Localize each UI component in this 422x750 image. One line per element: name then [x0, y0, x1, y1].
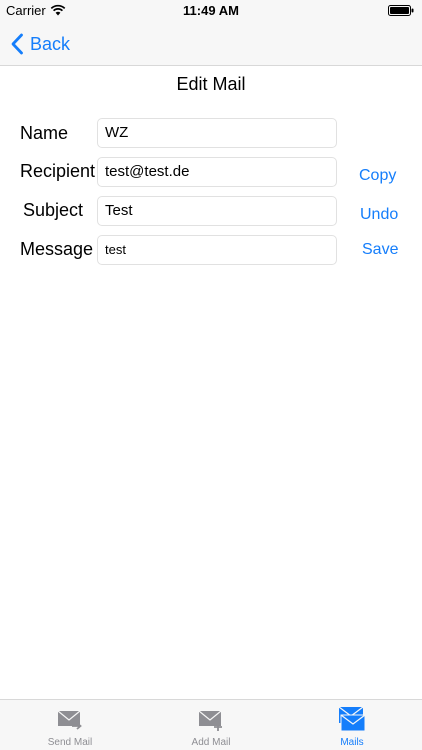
copy-button[interactable]: Copy [359, 167, 396, 185]
page-title: Edit Mail [176, 74, 246, 94]
recipient-label: Recipient [20, 161, 96, 181]
add-mail-icon [198, 710, 222, 731]
tab-label-mails: Mails [340, 737, 364, 748]
subject-label: Subject [23, 200, 84, 220]
name-field[interactable]: WZ [97, 118, 337, 148]
subject-field[interactable]: Test [97, 196, 337, 226]
send-mail-icon [57, 710, 82, 730]
screen: Carrier 11:49 AM Back Edit Mail Name WZ … [0, 0, 422, 750]
back-button[interactable]: Back [10, 30, 70, 58]
tab-bar: Send Mail Add Mail Mails [0, 699, 422, 750]
tab-mails[interactable]: Mails [282, 700, 422, 750]
name-label: Name [20, 123, 69, 143]
tab-label-add-mail: Add Mail [191, 737, 231, 748]
status-bar: Carrier 11:49 AM [0, 0, 422, 22]
mails-icon [338, 706, 366, 732]
undo-button[interactable]: Undo [360, 206, 398, 224]
battery-icon [388, 5, 414, 16]
tab-add-mail[interactable]: Add Mail [141, 700, 281, 750]
recipient-field[interactable]: test@test.de [97, 157, 337, 187]
navigation-bar: Back [0, 22, 422, 66]
message-field[interactable]: test [97, 235, 337, 265]
tab-send-mail[interactable]: Send Mail [0, 700, 140, 750]
tab-label-send-mail: Send Mail [47, 737, 93, 748]
chevron-left-icon [11, 33, 23, 55]
back-label: Back [30, 33, 71, 54]
clock: 11:49 AM [183, 3, 239, 18]
message-label: Message [20, 239, 94, 259]
save-button[interactable]: Save [362, 241, 398, 259]
